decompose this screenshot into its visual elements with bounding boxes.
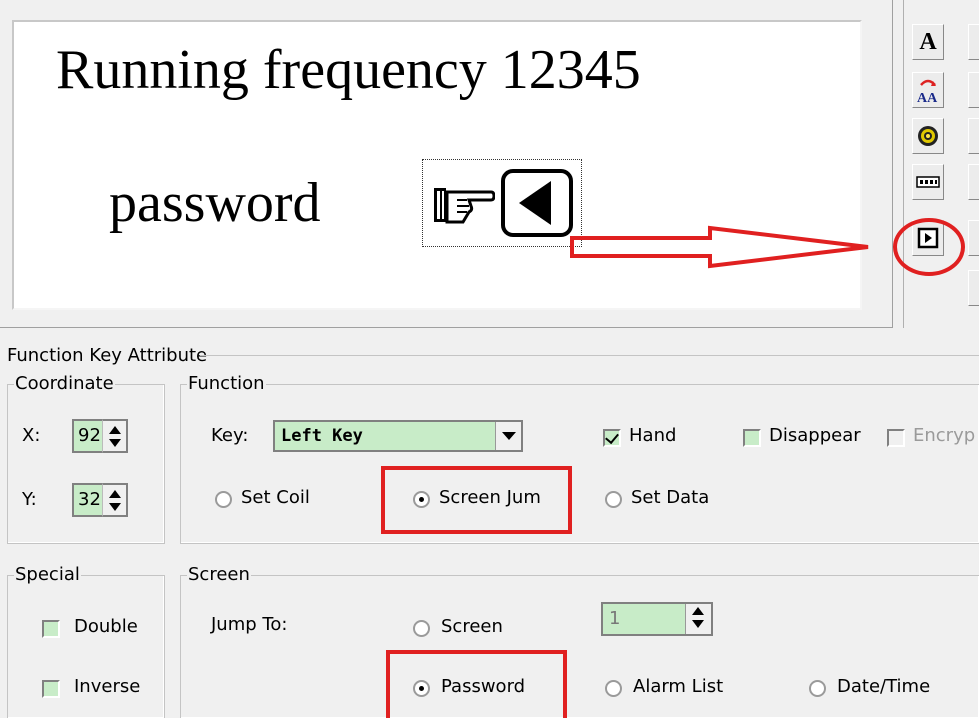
encrypt-checkbox[interactable] bbox=[887, 429, 905, 447]
disappear-checkbox[interactable] bbox=[743, 429, 761, 447]
alarm-list-radio[interactable] bbox=[605, 680, 622, 697]
running-frequency-text[interactable]: Running frequency 12345 bbox=[56, 38, 641, 102]
object-toolbar: A AA bbox=[903, 0, 979, 328]
coordinate-group: Coordinate X: 92 Y: 32 bbox=[7, 374, 165, 544]
text-tool-button[interactable]: A bbox=[912, 24, 944, 60]
date-time-radio[interactable] bbox=[809, 680, 826, 697]
set-coil-radio[interactable] bbox=[215, 491, 232, 508]
dynamic-text-tool-button[interactable]: AA bbox=[912, 72, 944, 108]
y-coordinate-spinner[interactable]: 32 bbox=[72, 483, 128, 517]
pointing-hand-icon bbox=[434, 188, 495, 224]
text-tool-icon: A bbox=[919, 28, 937, 55]
screen-radio[interactable] bbox=[413, 620, 430, 637]
key-label: Key: bbox=[211, 425, 249, 446]
lamp-tool-button[interactable] bbox=[912, 118, 944, 154]
set-coil-label: Set Coil bbox=[241, 487, 310, 508]
attribute-panel-title: Function Key Attribute bbox=[7, 345, 208, 366]
set-data-radio[interactable] bbox=[605, 491, 622, 508]
special-group: Special Double Inverse bbox=[7, 565, 165, 718]
toolbar-button-partial[interactable] bbox=[968, 72, 979, 108]
disappear-label: Disappear bbox=[769, 425, 861, 446]
divider bbox=[200, 355, 979, 356]
dynamic-text-tool-icon: AA bbox=[917, 79, 938, 105]
function-key-object[interactable] bbox=[422, 159, 582, 247]
hand-label: Hand bbox=[629, 425, 677, 446]
encrypt-label: Encryp bbox=[913, 425, 976, 446]
coordinate-legend: Coordinate bbox=[14, 373, 115, 394]
screen-label: Screen bbox=[441, 616, 503, 637]
highlight-circle bbox=[893, 218, 965, 276]
svg-text:AA: AA bbox=[917, 91, 938, 105]
toolbar-button-partial[interactable] bbox=[968, 24, 979, 60]
y-spinner-arrows-icon[interactable] bbox=[102, 483, 128, 517]
special-legend: Special bbox=[14, 564, 81, 585]
function-legend: Function bbox=[187, 373, 266, 394]
password-text[interactable]: password bbox=[109, 171, 321, 235]
screen-number-spinner[interactable]: 1 bbox=[601, 602, 713, 636]
x-spinner-arrows-icon[interactable] bbox=[102, 419, 128, 453]
screen-spinner-arrows-icon[interactable] bbox=[685, 604, 711, 634]
toolbar-button-partial[interactable] bbox=[968, 270, 979, 306]
date-time-label: Date/Time bbox=[837, 676, 931, 697]
dropdown-arrow-icon[interactable] bbox=[495, 422, 521, 450]
set-data-label: Set Data bbox=[631, 487, 710, 508]
y-coordinate-input[interactable]: 32 bbox=[72, 483, 102, 517]
password-highlight bbox=[386, 650, 567, 718]
toolbar-button-partial[interactable] bbox=[968, 164, 979, 200]
x-coordinate-input[interactable]: 92 bbox=[72, 419, 102, 453]
screen-legend: Screen bbox=[187, 564, 251, 585]
key-select-value: Left Key bbox=[281, 426, 363, 446]
screen-number-input[interactable]: 1 bbox=[609, 608, 620, 630]
key-select[interactable]: Left Key bbox=[273, 420, 523, 452]
double-checkbox[interactable] bbox=[42, 620, 60, 638]
inverse-checkbox[interactable] bbox=[42, 680, 60, 698]
x-coordinate-spinner[interactable]: 92 bbox=[72, 419, 128, 453]
screen-jump-highlight bbox=[381, 466, 572, 534]
annotation-arrow bbox=[570, 225, 869, 269]
left-key-icon bbox=[501, 169, 573, 237]
lamp-tool-icon bbox=[918, 126, 938, 146]
function-group: Function Key: Left Key Hand Disappear En… bbox=[180, 374, 979, 544]
y-label: Y: bbox=[22, 489, 37, 510]
toolbar-button-partial[interactable] bbox=[968, 118, 979, 154]
numeric-display-tool-button[interactable] bbox=[912, 164, 944, 200]
toolbar-button-partial[interactable] bbox=[968, 220, 979, 256]
alarm-list-label: Alarm List bbox=[633, 676, 724, 697]
jump-to-label: Jump To: bbox=[211, 614, 288, 635]
numeric-display-tool-icon bbox=[916, 176, 940, 188]
hand-checkbox[interactable] bbox=[603, 429, 621, 447]
inverse-label: Inverse bbox=[74, 676, 141, 697]
x-label: X: bbox=[22, 425, 41, 446]
screen-group: Screen Jump To: Screen 1 Password Alarm … bbox=[180, 565, 979, 718]
preview-frame: Running frequency 12345 password bbox=[0, 0, 893, 328]
double-label: Double bbox=[74, 616, 138, 637]
